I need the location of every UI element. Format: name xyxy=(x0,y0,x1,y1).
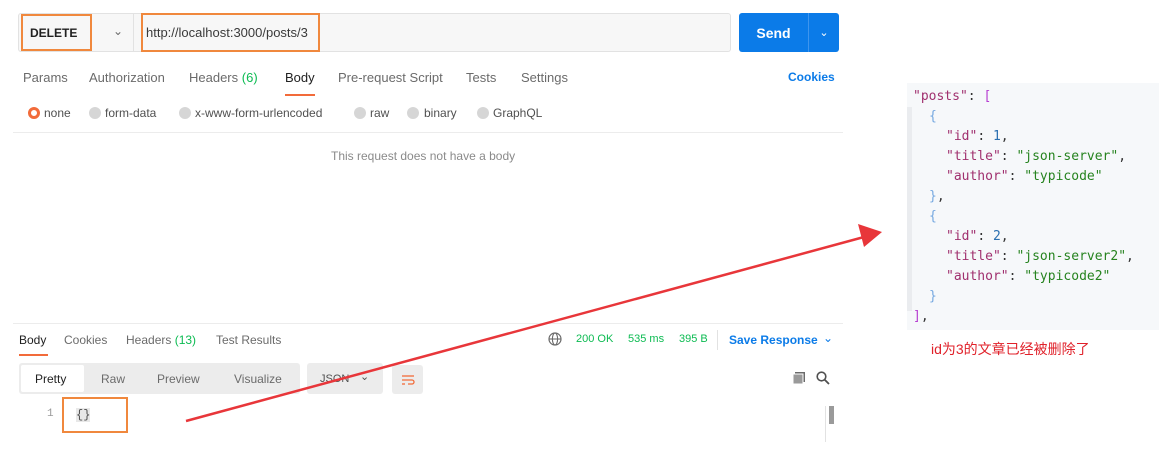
annotation-arrow xyxy=(185,224,882,423)
